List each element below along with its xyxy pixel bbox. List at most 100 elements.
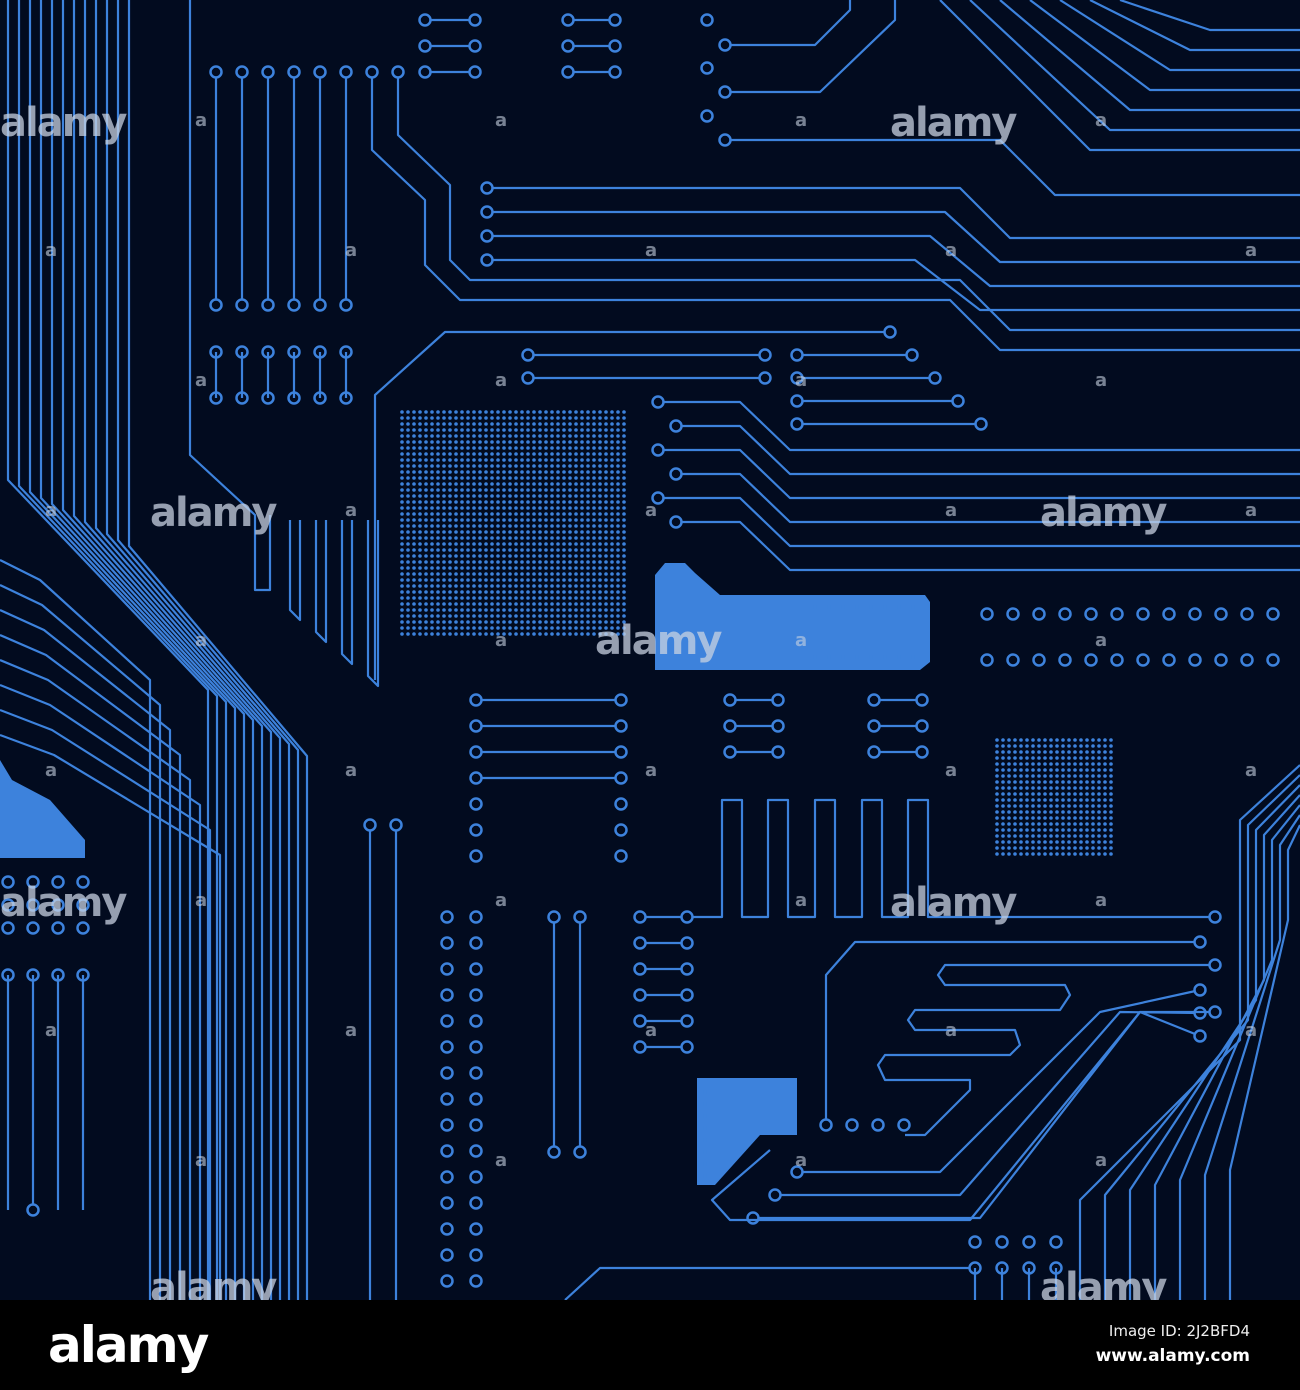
bga-ball (1055, 852, 1059, 856)
bga-ball (568, 596, 572, 600)
via-pad (468, 65, 482, 79)
bga-ball (538, 632, 542, 636)
via-pad (700, 13, 714, 27)
bga-ball (1055, 756, 1059, 760)
bga-ball (598, 482, 602, 486)
bga-ball (436, 608, 440, 612)
bga-ball (1049, 762, 1053, 766)
bga-ball (562, 626, 566, 630)
bga-ball (478, 506, 482, 510)
bga-ball (1085, 744, 1089, 748)
bga-ball (544, 494, 548, 498)
bga-ball (550, 542, 554, 546)
bga-ball (1097, 738, 1101, 742)
bga-ball (538, 548, 542, 552)
bga-ball (1097, 834, 1101, 838)
bga-ball (418, 416, 422, 420)
via-pad (469, 962, 483, 976)
bga-ball (532, 620, 536, 624)
website-link[interactable]: www.alamy.com (1096, 1346, 1250, 1366)
bga-ball (514, 422, 518, 426)
bga-ball (1073, 852, 1077, 856)
via-pad (440, 1092, 454, 1106)
trace (1029, 0, 1300, 92)
bga-ball (1073, 792, 1077, 796)
bga-ball (568, 626, 572, 630)
bga-ball (1049, 750, 1053, 754)
bga-ball (442, 482, 446, 486)
bga-ball (1073, 756, 1077, 760)
bga-ball (526, 590, 530, 594)
bga-ball (604, 578, 608, 582)
bga-ball (544, 554, 548, 558)
bga-ball (1067, 816, 1071, 820)
bga-ball (622, 464, 626, 468)
via-pad (1214, 653, 1228, 667)
bga-ball (604, 452, 608, 456)
bga-ball (610, 422, 614, 426)
bga-ball (538, 482, 542, 486)
bga-ball (592, 428, 596, 432)
bga-ball (478, 428, 482, 432)
bga-ball (1103, 756, 1107, 760)
bga-ball (580, 560, 584, 564)
bga-ball (412, 410, 416, 414)
bga-ball (1067, 810, 1071, 814)
bga-ball (562, 578, 566, 582)
bga-ball (592, 440, 596, 444)
bga-ball (418, 500, 422, 504)
bga-ball (1007, 822, 1011, 826)
bga-ball (430, 536, 434, 540)
bga-ball (532, 602, 536, 606)
bga-ball (1109, 786, 1113, 790)
bga-ball (562, 476, 566, 480)
bga-ball (604, 596, 608, 600)
bga-ball (598, 422, 602, 426)
bga-ball (496, 494, 500, 498)
bga-ball (538, 602, 542, 606)
via-pad (1, 921, 15, 935)
bga-ball (436, 440, 440, 444)
bga-ball (1091, 750, 1095, 754)
via-pad (819, 1118, 833, 1132)
bga-ball (532, 470, 536, 474)
bga-ball (400, 494, 404, 498)
via-pad (287, 65, 301, 79)
bga-ball (995, 816, 999, 820)
bga-ball (430, 476, 434, 480)
bga-ball (466, 608, 470, 612)
bga-ball (897, 655, 901, 659)
bga-ball (586, 500, 590, 504)
bga-ball (568, 482, 572, 486)
trace (1059, 0, 1300, 72)
bga-ball (574, 554, 578, 558)
bga-ball (454, 440, 458, 444)
bga-ball (1013, 810, 1017, 814)
bga-ball (418, 608, 422, 612)
bga-ball (472, 500, 476, 504)
bga-ball (514, 548, 518, 552)
via-pad (573, 910, 587, 924)
bga-ball (568, 488, 572, 492)
bga-ball (406, 536, 410, 540)
bga-ball (478, 434, 482, 438)
bga-ball (424, 494, 428, 498)
bga-ball (616, 626, 620, 630)
bga-ball (592, 422, 596, 426)
bga-ball (1103, 810, 1107, 814)
bga-ball (1061, 804, 1065, 808)
bga-ball (424, 452, 428, 456)
bga-ball (1007, 768, 1011, 772)
bga-ball (586, 446, 590, 450)
bga-ball (1097, 768, 1101, 772)
bga-ball (430, 518, 434, 522)
via-pad (1058, 607, 1072, 621)
bga-ball (526, 626, 530, 630)
bga-ball (592, 572, 596, 576)
bga-ball (454, 542, 458, 546)
bga-ball (460, 554, 464, 558)
bga-ball (412, 416, 416, 420)
bga-ball (460, 482, 464, 486)
bga-ball (526, 458, 530, 462)
bga-ball (478, 560, 482, 564)
